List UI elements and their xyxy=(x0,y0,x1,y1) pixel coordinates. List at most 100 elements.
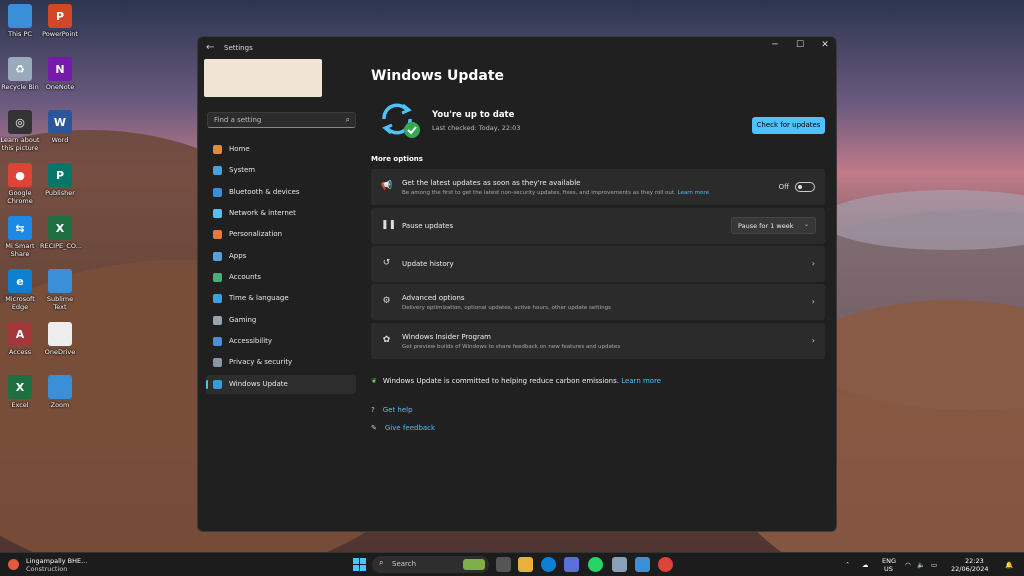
desktop-icon-label: Recycle Bin xyxy=(1,83,39,91)
gamepad-icon xyxy=(213,315,222,325)
battery-icon[interactable]: ▭ xyxy=(931,561,937,569)
pause-icon: ❚❚ xyxy=(381,220,397,230)
history-icon: ↺ xyxy=(382,258,391,268)
insider-program-card[interactable]: ✿ Windows Insider Program Get preview bu… xyxy=(371,323,825,359)
start-button[interactable] xyxy=(352,557,367,572)
whatsapp-icon[interactable] xyxy=(588,557,603,572)
sidebar-item-label: Gaming xyxy=(229,315,257,324)
desktop-icon[interactable]: Zoom xyxy=(40,375,80,409)
desktop-icon[interactable]: A Access xyxy=(0,322,40,356)
app-icon: ● xyxy=(8,163,32,187)
sidebar-item-label: Accounts xyxy=(229,273,261,282)
sidebar-item-network[interactable]: Network & internet xyxy=(206,204,356,223)
desktop-icon[interactable]: This PC xyxy=(0,4,40,38)
desktop-icon[interactable]: ◎ Learn about this picture xyxy=(0,110,40,152)
user-account-redacted[interactable] xyxy=(204,59,322,97)
latest-updates-toggle[interactable] xyxy=(795,182,815,192)
card-title: Windows Insider Program xyxy=(402,333,491,341)
language-code[interactable]: ENG xyxy=(882,557,896,565)
desktop-icon[interactable]: X RECIPE_CO... xyxy=(40,216,82,250)
weather-alert-icon xyxy=(8,559,19,570)
desktop-icon[interactable]: Sublime Text xyxy=(40,269,80,311)
find-setting-input[interactable]: Find a setting ⌕ xyxy=(207,112,356,128)
sidebar-item-home[interactable]: Home xyxy=(206,140,356,159)
task-view-icon[interactable] xyxy=(496,557,511,572)
update-history-card[interactable]: ↺ Update history › xyxy=(371,246,825,282)
desktop-icon[interactable]: ● Google Chrome xyxy=(0,163,40,205)
sidebar-item-accounts[interactable]: Accounts xyxy=(206,268,356,287)
bluetooth-icon xyxy=(213,187,222,197)
sidebar-item-system[interactable]: System xyxy=(206,161,356,180)
check-for-updates-button[interactable]: Check for updates xyxy=(752,117,825,134)
card-title: Get the latest updates as soon as they'r… xyxy=(402,179,581,187)
taskbar: Lingampally BHE... Construction ⌕ Search… xyxy=(0,552,1024,576)
sidebar-item-bluetooth[interactable]: Bluetooth & devices xyxy=(206,183,356,202)
card-subtitle: Be among the first to get the latest non… xyxy=(402,190,709,196)
notepad-icon[interactable] xyxy=(635,557,650,572)
sidebar-item-windows-update[interactable]: Windows Update xyxy=(206,374,356,394)
desktop-icon[interactable]: ⇆ Mi Smart Share xyxy=(0,216,40,258)
update-sync-icon xyxy=(382,103,420,138)
learn-more-link[interactable]: Learn more xyxy=(678,190,709,196)
megaphone-icon: 📢 xyxy=(381,181,393,191)
region-code[interactable]: US xyxy=(884,565,893,573)
tray-app-icon[interactable]: ☁ xyxy=(862,561,869,569)
latest-updates-card[interactable]: 📢 Get the latest updates as soon as they… xyxy=(371,169,825,205)
desktop-icon[interactable]: W Word xyxy=(40,110,80,144)
wifi-icon[interactable]: ◠ xyxy=(905,561,911,569)
notification-bell-icon[interactable]: 🔔 xyxy=(1005,561,1013,569)
sidebar-item-privacy[interactable]: Privacy & security xyxy=(206,353,356,372)
sidebar-item-time-language[interactable]: Time & language xyxy=(206,289,356,308)
sidebar-item-label: Accessibility xyxy=(229,337,273,346)
desktop-icon[interactable]: X Excel xyxy=(0,375,40,409)
sidebar-item-personalization[interactable]: Personalization xyxy=(206,225,356,244)
app-icon: P xyxy=(48,163,72,187)
carbon-text: Windows Update is committed to helping r… xyxy=(382,377,619,385)
accessibility-icon xyxy=(213,337,222,347)
clock-date[interactable]: 22/06/2024 xyxy=(951,565,988,573)
desktop-icon-label: Word xyxy=(51,136,69,144)
back-arrow-icon[interactable]: ← xyxy=(206,42,214,53)
file-explorer-icon[interactable] xyxy=(518,557,533,572)
desktop-icon[interactable]: N OneNote xyxy=(40,57,80,91)
desktop-icon[interactable]: P PowerPoint xyxy=(40,4,80,38)
chrome-icon[interactable] xyxy=(658,557,673,572)
desktop-icon[interactable]: P Publisher xyxy=(40,163,80,197)
app-icon: N xyxy=(48,57,72,81)
carbon-learn-more-link[interactable]: Learn more xyxy=(621,377,661,385)
pause-duration-dropdown[interactable]: Pause for 1 week ⌄ xyxy=(731,217,816,234)
edge-icon[interactable] xyxy=(541,557,556,572)
desktop-icon-label: OneDrive xyxy=(44,348,76,356)
chevron-up-icon[interactable]: ˄ xyxy=(846,561,849,569)
weather-widget[interactable]: Lingampally BHE... Construction xyxy=(6,556,96,574)
sidebar-item-gaming[interactable]: Gaming xyxy=(206,311,356,330)
search-placeholder: Find a setting xyxy=(214,116,262,124)
desktop-icon[interactable]: ♻ Recycle Bin xyxy=(0,57,40,91)
card-title: Update history xyxy=(402,260,454,268)
settings-app-icon[interactable] xyxy=(612,557,627,572)
volume-icon[interactable]: 🔈 xyxy=(917,561,925,569)
app-icon: A xyxy=(8,322,32,346)
desktop-icon-label: Learn about this picture xyxy=(0,136,40,152)
desktop-icon[interactable]: OneDrive xyxy=(40,322,80,356)
pause-updates-card: ❚❚ Pause updates Pause for 1 week ⌄ xyxy=(371,208,825,244)
desktop-icon-label: Publisher xyxy=(45,189,75,197)
app-icon: ◎ xyxy=(8,110,32,134)
get-help-link[interactable]: Get help xyxy=(383,406,413,414)
sidebar-item-label: System xyxy=(229,166,256,175)
sidebar-item-accessibility[interactable]: Accessibility xyxy=(206,332,356,351)
store-icon[interactable] xyxy=(564,557,579,572)
taskbar-search[interactable]: ⌕ Search xyxy=(372,556,489,573)
system-icon xyxy=(213,166,222,176)
desktop-icon[interactable]: e Microsoft Edge xyxy=(0,269,40,311)
app-icon: ♻ xyxy=(8,57,32,81)
wifi-icon xyxy=(213,209,222,219)
give-feedback-link[interactable]: Give feedback xyxy=(385,424,435,432)
desktop-icon-label: Zoom xyxy=(50,401,70,409)
card-subtitle: Delivery optimization, optional updates,… xyxy=(402,305,611,311)
sidebar-item-apps[interactable]: Apps xyxy=(206,247,356,266)
app-icon: X xyxy=(8,375,32,399)
advanced-options-card[interactable]: ⚙ Advanced options Delivery optimization… xyxy=(371,284,825,320)
help-icon: ? xyxy=(371,406,375,414)
clock-time[interactable]: 22:23 xyxy=(965,557,984,565)
